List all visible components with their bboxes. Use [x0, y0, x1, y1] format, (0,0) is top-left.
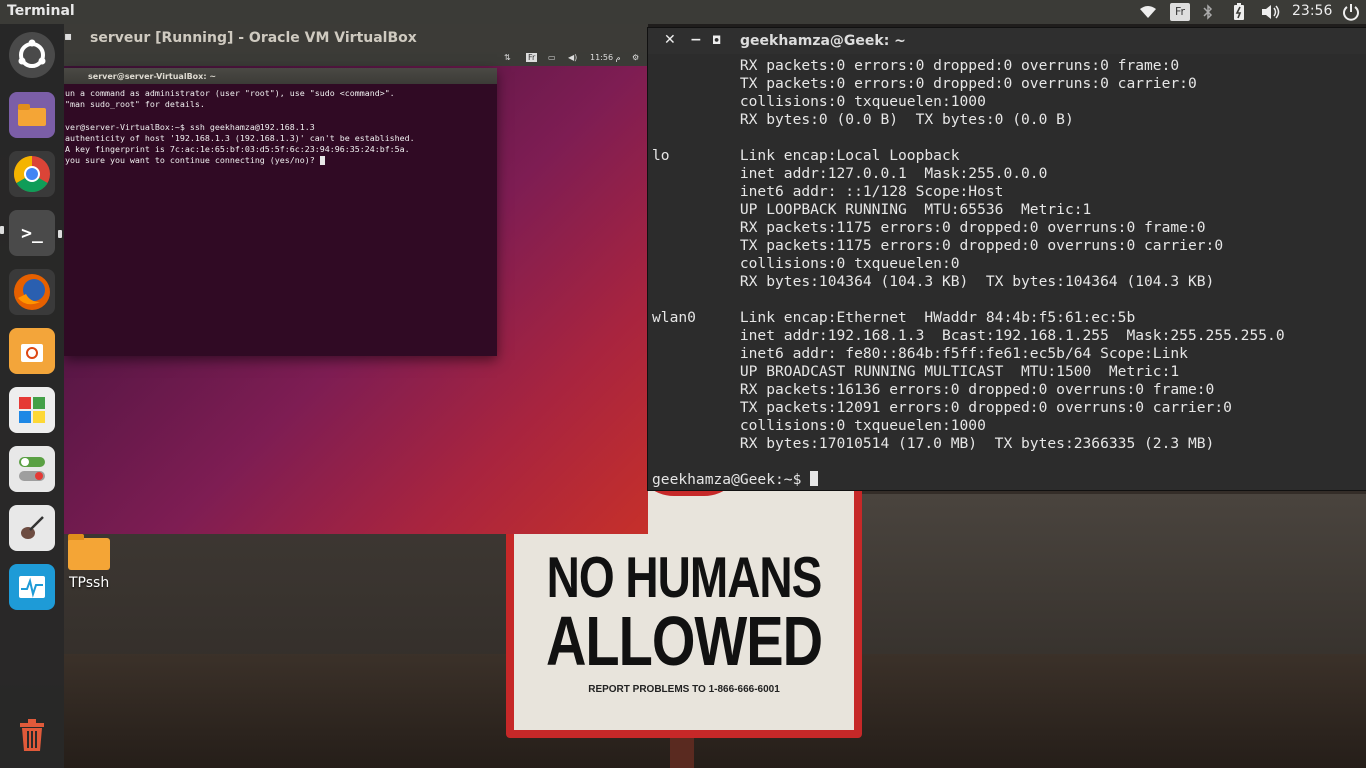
battery-icon[interactable] — [1230, 3, 1248, 21]
host-terminal-line: RX packets:1175 errors:0 dropped:0 overr… — [652, 219, 1206, 236]
minimize-icon[interactable]: − — [690, 32, 702, 48]
host-terminal-prompt[interactable]: geekhamza@Geek:~$ — [652, 471, 1364, 488]
host-terminal-line: UP LOOPBACK RUNNING MTU:65536 Metric:1 — [652, 201, 1092, 218]
guest-keyboard-indicator: Fr — [526, 53, 538, 62]
host-terminal-line: inet6 addr: ::1/128 Scope:Host — [652, 183, 1004, 200]
wifi-icon[interactable] — [1138, 3, 1158, 21]
terminal-icon[interactable]: >_ — [9, 210, 55, 256]
guest-terminal-line: you sure you want to continue connecting… — [65, 155, 497, 166]
guest-terminal-line: ver@server-VirtualBox:~$ ssh geekhamza@1… — [65, 121, 315, 132]
guest-settings-icon: ⚙ — [632, 53, 640, 62]
guest-battery-icon: ▭ — [548, 53, 556, 62]
sign-report: REPORT PROBLEMS TO 1-866-666-6001 — [588, 684, 780, 695]
guest-volume-icon: ◀) — [568, 53, 578, 62]
host-terminal-cursor — [810, 471, 819, 486]
host-terminal-line — [652, 291, 1364, 309]
host-terminal-line — [652, 129, 1364, 147]
volume-icon[interactable] — [1260, 3, 1282, 21]
sign-line2: ALLOWED — [545, 601, 823, 680]
sign-post — [670, 738, 694, 768]
active-app-title: Terminal — [7, 3, 75, 19]
guest-terminal-line — [65, 110, 497, 121]
launcher-running-pip — [0, 226, 4, 234]
guest-terminal-title: server@server-VirtualBox: ~ — [64, 68, 497, 84]
chrome-icon[interactable] — [9, 151, 55, 197]
host-terminal-line: TX packets:12091 errors:0 dropped:0 over… — [652, 399, 1232, 416]
virtualbox-window[interactable]: ▪ serveur [Running] - Oracle VM VirtualB… — [64, 24, 648, 534]
maximize-icon[interactable]: ◘ — [712, 34, 721, 47]
prompt-text: geekhamza@Geek:~$ — [652, 471, 811, 488]
power-icon[interactable] — [1340, 3, 1362, 21]
folder-icon — [68, 534, 110, 570]
guest-terminal-cursor — [319, 156, 325, 166]
host-terminal-line: RX bytes:0 (0.0 B) TX bytes:0 (0.0 B) — [652, 111, 1074, 128]
trash-icon[interactable] — [9, 712, 55, 758]
host-terminal-line: TX packets:1175 errors:0 dropped:0 overr… — [652, 237, 1224, 254]
host-terminal-line: lo Link encap:Local Loopback — [652, 147, 960, 164]
launcher-active-pip — [58, 230, 62, 238]
virtualbox-title: serveur [Running] - Oracle VM VirtualBox — [90, 30, 417, 46]
keyboard-layout-indicator[interactable]: Fr — [1170, 3, 1190, 21]
host-terminal-line: collisions:0 txqueuelen:0 — [652, 255, 960, 272]
guest-terminal-line: un a command as administrator (user "roo… — [65, 88, 395, 98]
host-terminal-line: wlan0 Link encap:Ethernet HWaddr 84:4b:f… — [652, 309, 1136, 326]
host-terminal-line: inet6 addr: fe80::864b:f5ff:fe61:ec5b/64… — [652, 345, 1188, 362]
files-icon[interactable] — [9, 92, 55, 138]
guest-terminal-line: "man sudo_root" for details. — [65, 99, 205, 110]
virtualbox-titlebar[interactable]: ▪ serveur [Running] - Oracle VM VirtualB… — [64, 24, 648, 52]
host-terminal-output[interactable]: RX packets:0 errors:0 dropped:0 overruns… — [652, 57, 1364, 488]
host-terminal-line: TX packets:0 errors:0 dropped:0 overruns… — [652, 75, 1197, 92]
bluetooth-icon[interactable] — [1200, 3, 1216, 21]
host-terminal-line: inet addr:127.0.0.1 Mask:255.0.0.0 — [652, 165, 1048, 182]
ubuntu-dash-icon[interactable] — [9, 32, 55, 78]
top-panel: Terminal Fr 23:56 — [0, 0, 1366, 24]
guest-screen[interactable]: ⇅ Fr ▭ ◀) 11:56 م ⚙ server@server-Virtua… — [64, 52, 648, 534]
host-terminal-line: UP BROADCAST RUNNING MULTICAST MTU:1500 … — [652, 363, 1180, 380]
host-terminal-line: RX bytes:104364 (104.3 KB) TX bytes:1043… — [652, 273, 1215, 290]
host-terminal-window[interactable]: ✕ − ◘ geekhamza@Geek: ~ RX packets:0 err… — [648, 28, 1366, 490]
app-grid-icon[interactable] — [9, 387, 55, 433]
host-terminal-line: inet addr:192.168.1.3 Bcast:192.168.1.25… — [652, 327, 1285, 344]
guest-terminal-line: A key fingerprint is 7c:ac:1e:65:bf:03:d… — [65, 144, 410, 155]
host-terminal-line — [652, 453, 1364, 471]
desktop-folder-label: TPssh — [69, 575, 110, 591]
firefox-icon[interactable] — [9, 269, 55, 315]
host-terminal-line: RX packets:16136 errors:0 dropped:0 over… — [652, 381, 1215, 398]
software-center-icon[interactable] — [9, 328, 55, 374]
desktop-folder-tpssh[interactable]: TPssh — [66, 534, 112, 594]
guest-terminal-line: authenticity of host '192.168.1.3 (192.1… — [65, 132, 415, 143]
host-terminal-title: geekhamza@Geek: ~ — [740, 33, 906, 49]
host-terminal-titlebar[interactable]: ✕ − ◘ geekhamza@Geek: ~ — [648, 28, 1366, 54]
guitar-icon[interactable] — [9, 505, 55, 551]
close-icon[interactable]: ✕ — [664, 32, 676, 48]
host-terminal-line: RX bytes:17010514 (17.0 MB) TX bytes:236… — [652, 435, 1215, 452]
guest-top-panel: ⇅ Fr ▭ ◀) 11:56 م ⚙ — [64, 52, 648, 66]
guest-network-icon: ⇅ — [504, 53, 511, 62]
host-terminal-line: collisions:0 txqueuelen:1000 — [652, 417, 986, 434]
guest-terminal-output[interactable]: un a command as administrator (user "roo… — [64, 88, 497, 350]
toggle-settings-icon[interactable] — [9, 446, 55, 492]
guest-clock: 11:56 م — [590, 53, 621, 62]
host-terminal-line: collisions:0 txqueuelen:1000 — [652, 93, 986, 110]
clock[interactable]: 23:56 — [1292, 3, 1332, 19]
guest-terminal-window[interactable]: server@server-VirtualBox: ~ un a command… — [64, 68, 497, 356]
launcher: >_ — [0, 24, 64, 768]
system-monitor-icon[interactable] — [9, 564, 55, 610]
vbox-close-icon[interactable]: ▪ — [64, 29, 74, 47]
host-terminal-line: RX packets:0 errors:0 dropped:0 overruns… — [652, 57, 1180, 74]
